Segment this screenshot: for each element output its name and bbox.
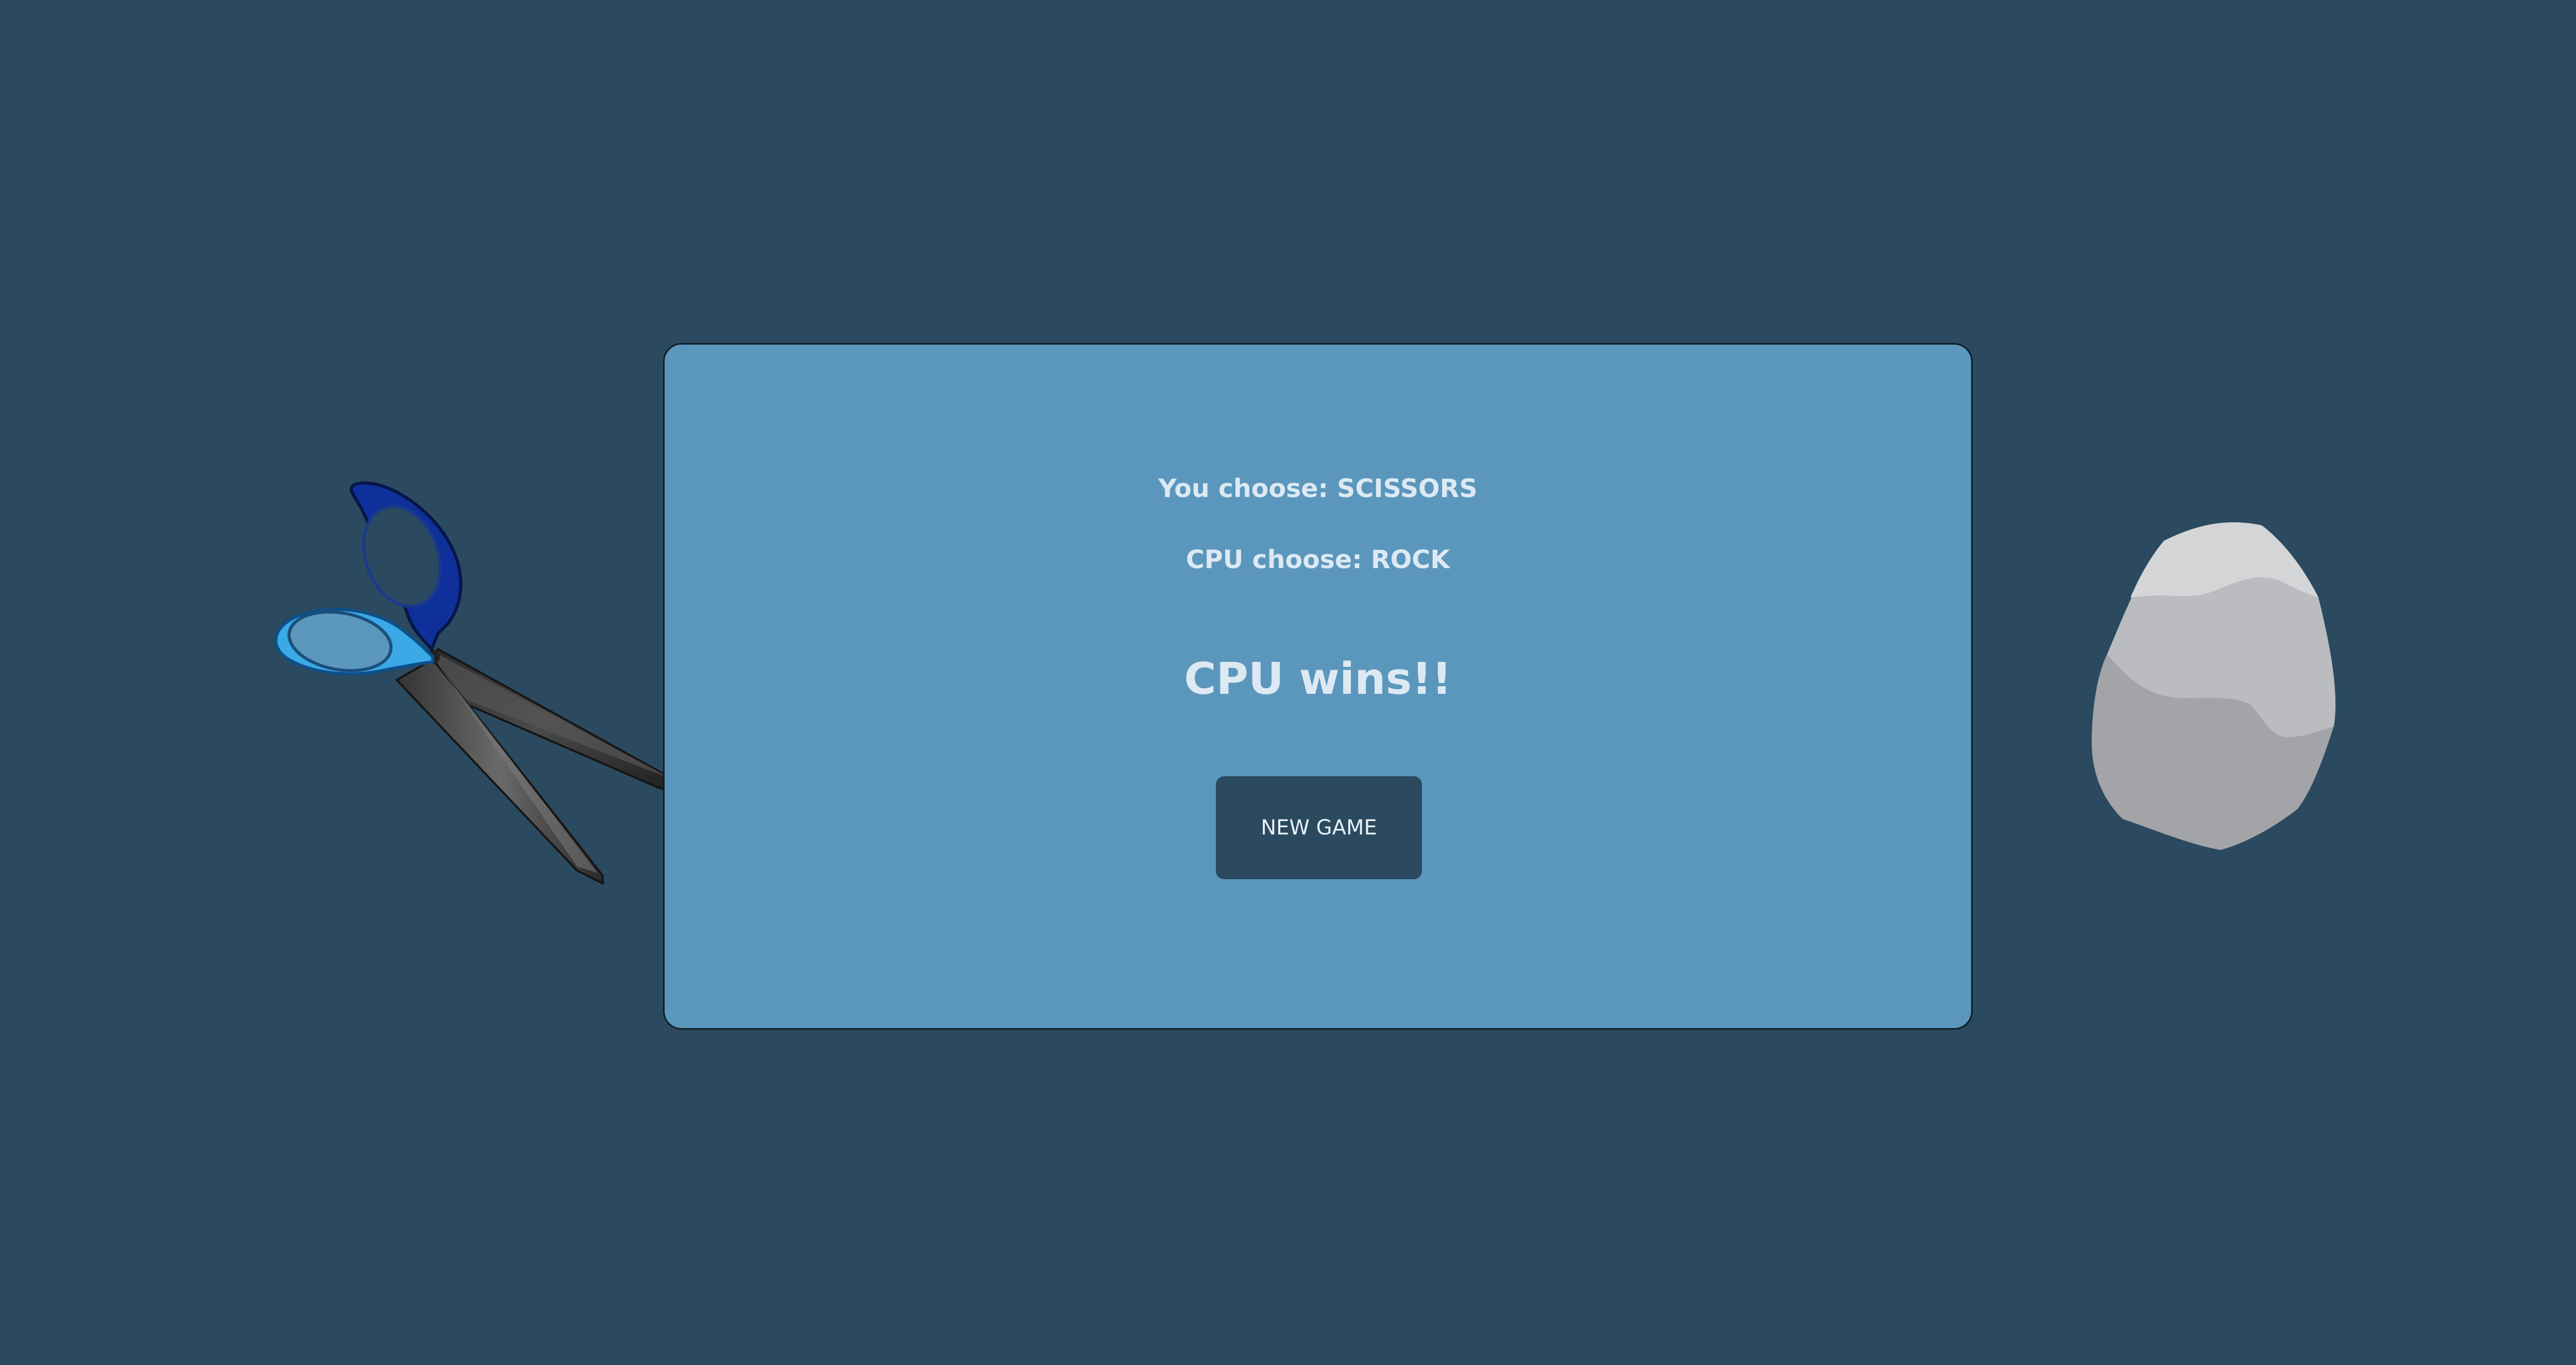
- result-message: CPU wins!!: [1184, 654, 1452, 705]
- player-choice-text: You choose: SCISSORS: [1158, 474, 1478, 503]
- scissors-icon: [274, 481, 687, 885]
- rock-icon: [2092, 522, 2336, 850]
- cpu-choice-text: CPU choose: ROCK: [1185, 545, 1450, 574]
- result-panel: You choose: SCISSORS CPU choose: ROCK CP…: [663, 343, 1973, 1030]
- game-screen: You choose: SCISSORS CPU choose: ROCK CP…: [0, 0, 2576, 1365]
- new-game-button[interactable]: NEW GAME: [1216, 776, 1422, 879]
